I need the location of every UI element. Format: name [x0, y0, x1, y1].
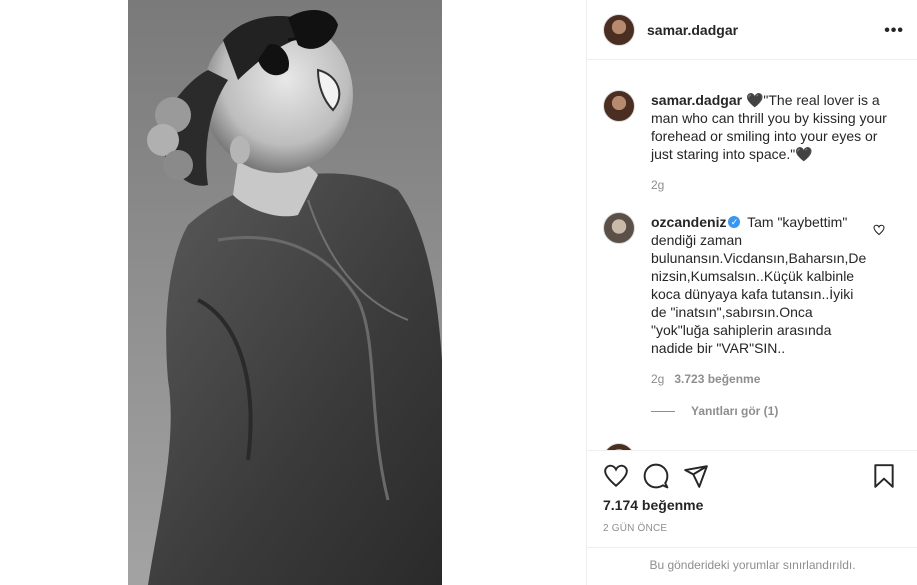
replies-line [651, 410, 675, 412]
post-header: samar.dadgar ••• [587, 0, 917, 60]
heart-icon[interactable] [603, 463, 629, 489]
post-likes-count[interactable]: 7.174 beğenme [603, 497, 703, 513]
post-photo-image [128, 0, 442, 585]
comments-list: samar.dadgar 🖤"The real lover is a man w… [587, 60, 917, 450]
verified-badge-icon: ✓ [728, 216, 741, 229]
comment-time[interactable]: 2g [651, 372, 664, 386]
caption-username[interactable]: samar.dadgar [651, 92, 742, 108]
view-replies-button[interactable]: Yanıtları gör (1) [651, 404, 778, 418]
view-replies-label: Yanıtları gör (1) [691, 404, 779, 418]
post-photo[interactable] [128, 0, 442, 585]
author-username[interactable]: samar.dadgar [647, 22, 738, 38]
comment-icon[interactable] [643, 463, 669, 489]
comment-likes[interactable]: 3.723 beğenme [674, 372, 760, 386]
send-icon[interactable] [683, 463, 709, 489]
post-side-panel: samar.dadgar ••• samar.dadgar 🖤"The real… [586, 0, 917, 585]
post-date[interactable]: 2 GÜN ÖNCE [603, 523, 667, 534]
partial-comment-avatar[interactable] [603, 443, 635, 450]
more-horizontal-icon[interactable]: ••• [884, 22, 904, 40]
bookmark-icon[interactable] [871, 463, 897, 489]
photo-area [0, 0, 586, 585]
author-avatar[interactable] [603, 13, 635, 46]
caption-time[interactable]: 2g [651, 178, 664, 192]
comments-limited-notice: Bu gönderideki yorumlar sınırlandırıldı. [587, 547, 917, 581]
caption-meta: 2g [651, 178, 664, 192]
commenter-username[interactable]: ozcandeniz [651, 214, 726, 230]
caption-body: samar.dadgar 🖤"The real lover is a man w… [651, 91, 891, 163]
action-icon-row [603, 463, 903, 489]
comment-body: ozcandeniz ✓ Tam "kaybettim" dendiği zama… [651, 213, 866, 357]
caption-avatar[interactable] [603, 90, 635, 122]
comment-like-heart-icon[interactable] [873, 224, 885, 236]
commenter-avatar[interactable] [603, 212, 635, 244]
comment-meta: 2g 3.723 beğenme [651, 372, 760, 386]
post-actions: 7.174 beğenme 2 GÜN ÖNCE Bu gönderideki … [587, 450, 917, 580]
instagram-post-page: samar.dadgar ••• samar.dadgar 🖤"The real… [0, 0, 917, 585]
caption-comment: samar.dadgar 🖤"The real lover is a man w… [603, 90, 903, 200]
comment-text: Tam "kaybettim" dendiği zaman bulunansın… [651, 214, 867, 356]
comment-item: ozcandeniz ✓ Tam "kaybettim" dendiği zama… [603, 212, 903, 427]
partial-comment [603, 443, 903, 450]
